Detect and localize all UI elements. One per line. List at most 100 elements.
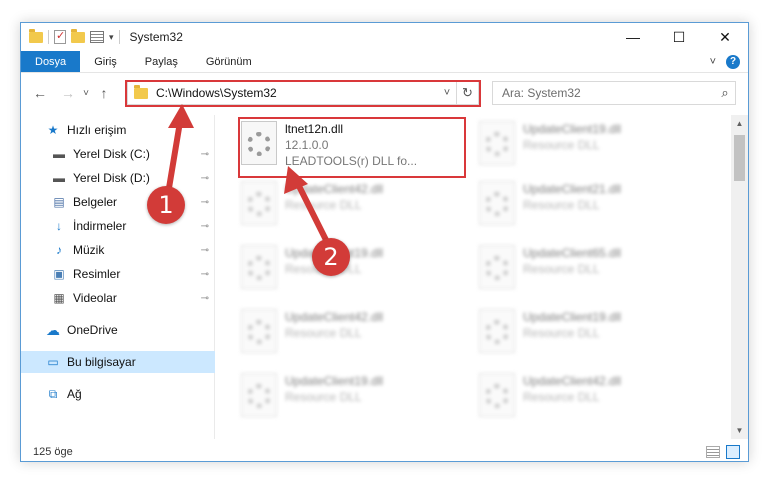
file-tile[interactable]: UpdateClient19.dllResource DLL [479, 121, 699, 177]
sidebar-item-music[interactable]: ♪ Müzik ⊸ [21, 239, 215, 261]
scroll-down-icon[interactable]: ▼ [731, 422, 748, 439]
sidebar-item-onedrive[interactable]: ☁ OneDrive [21, 319, 215, 341]
sidebar-item-label: Resimler [73, 267, 121, 281]
close-button[interactable]: ✕ [702, 23, 748, 51]
search-icon[interactable]: ⌕ [715, 85, 735, 101]
sidebar-item-label: Hızlı erişim [67, 123, 127, 137]
file-tile[interactable]: UpdateClient42.dll Resource DLL [241, 309, 461, 365]
up-button[interactable]: ↑ [93, 82, 115, 104]
expand-ribbon-icon[interactable]: ˅ [710, 56, 716, 68]
file-name: UpdateClient65.dll [523, 246, 622, 260]
file-version: 12.1.0.0 [285, 138, 329, 152]
help-icon[interactable]: ? [726, 54, 740, 69]
sidebar-item-label: Müzik [73, 243, 105, 257]
quick-access-toolbar: ▾ [21, 28, 120, 44]
pin-icon[interactable]: ⊸ [201, 173, 209, 184]
file-tile[interactable]: UpdateClient21.dll Resource DLL [479, 181, 699, 237]
file-type: Resource DLL [523, 326, 600, 340]
file-name: UpdateClient42.dll [285, 182, 384, 196]
tiles-view-icon[interactable] [726, 445, 740, 459]
file-type: Resource DLL [523, 390, 600, 404]
pin-icon[interactable]: ⊸ [201, 149, 209, 160]
file-tile[interactable]: UpdateClient42.dll Resource DLL [241, 181, 461, 237]
search-input[interactable]: Ara: System32 [502, 86, 715, 100]
dll-file-icon [479, 121, 515, 165]
vertical-scrollbar[interactable]: ▲ ▼ [731, 115, 748, 439]
scroll-thumb[interactable] [734, 135, 745, 181]
dll-file-icon [479, 373, 515, 417]
pin-icon[interactable]: ⊸ [201, 293, 209, 304]
pin-icon[interactable]: ⊸ [201, 245, 209, 256]
file-tile[interactable]: UpdateClient65.dll Resource DLL [479, 245, 699, 301]
sidebar-item-label: Yerel Disk (C:) [73, 147, 150, 161]
tab-dosya[interactable]: Dosya [21, 51, 81, 72]
sidebar-item-downloads[interactable]: ↓ İndirmeler ⊸ [21, 215, 215, 237]
pin-icon[interactable]: ⊸ [201, 221, 209, 232]
videos-icon: ▦ [53, 291, 65, 305]
tab-gorunum[interactable]: Görünüm [192, 51, 266, 72]
sidebar-item-label: İndirmeler [73, 219, 127, 233]
sidebar-item-local-disk-c[interactable]: ▬ Yerel Disk (C:) ⊸ [21, 143, 215, 165]
window-title: System32 [129, 30, 183, 44]
properties-icon[interactable] [90, 31, 104, 43]
star-icon: ★ [47, 123, 59, 137]
file-type: Resource DLL [285, 198, 362, 212]
file-type: Resource DLL [523, 198, 600, 212]
sidebar-item-network[interactable]: ⧉ Ağ [21, 383, 215, 405]
properties-check-icon[interactable] [54, 29, 66, 44]
item-count: 125 öge [33, 446, 73, 458]
details-view-icon[interactable] [706, 446, 720, 458]
refresh-button[interactable]: ↻ [456, 82, 478, 104]
address-dropdown-icon[interactable]: ˅ [438, 87, 456, 99]
file-name: ltnet12n.dll [285, 122, 344, 136]
customize-toolbar-icon[interactable]: ▾ [109, 32, 114, 43]
computer-icon: ▭ [47, 355, 59, 369]
ribbon-tabs: Dosya Giriş Paylaş Görünüm ˅ ? [21, 51, 748, 73]
file-tile[interactable]: UpdateClient19.dllResource DLL [241, 245, 461, 301]
file-tile[interactable]: UpdateClient19.dll Resource DLL [479, 309, 699, 365]
music-icon: ♪ [56, 243, 62, 257]
sidebar-item-label: OneDrive [67, 323, 118, 337]
file-name: UpdateClient19.dll [523, 310, 622, 324]
pin-icon[interactable]: ⊸ [201, 197, 209, 208]
sidebar-item-label: Videolar [73, 291, 117, 305]
pin-icon[interactable]: ⊸ [201, 269, 209, 280]
sidebar-item-local-disk-d[interactable]: ▬ Yerel Disk (D:) ⊸ [21, 167, 215, 189]
search-box[interactable]: Ara: System32 ⌕ [492, 81, 736, 105]
dll-file-icon [241, 373, 277, 417]
divider [118, 30, 120, 44]
dll-file-icon [479, 181, 515, 225]
file-tile[interactable]: UpdateClient19.dllResource DLL [241, 373, 461, 429]
title-bar: ▾ System32 — ☐ ✕ [21, 23, 748, 51]
file-name: UpdateClient21.dll [523, 182, 622, 196]
tab-giris[interactable]: Giriş [80, 51, 131, 72]
sidebar-item-pictures[interactable]: ▣ Resimler ⊸ [21, 263, 215, 285]
file-tile[interactable]: UpdateClient42.dll Resource DLL [479, 373, 699, 429]
sidebar-item-videos[interactable]: ▦ Videolar ⊸ [21, 287, 215, 309]
drive-icon: ▬ [53, 171, 65, 185]
address-bar[interactable]: C:\Windows\System32 ˅ ↻ [127, 81, 479, 105]
sidebar-item-this-pc[interactable]: ▭ Bu bilgisayar [21, 351, 215, 373]
cloud-icon: ☁ [46, 321, 60, 338]
scroll-up-icon[interactable]: ▲ [731, 115, 748, 132]
forward-button[interactable]: → [57, 82, 79, 104]
dll-file-icon [479, 245, 515, 289]
sidebar-item-label: Bu bilgisayar [67, 355, 136, 369]
navigation-bar: ← → ˅ ↑ C:\Windows\System32 ˅ ↻ Ara: Sys… [21, 79, 748, 107]
recent-locations-button[interactable]: ˅ [79, 82, 93, 104]
tab-paylas[interactable]: Paylaş [131, 51, 192, 72]
file-type: Resource DLL [523, 262, 600, 276]
file-type: Resource DLL [285, 326, 362, 340]
sidebar-item-documents[interactable]: ▤ Belgeler ⊸ [21, 191, 215, 213]
step-2-badge: 2 [312, 238, 350, 276]
file-tile[interactable]: ltnet12n.dll 12.1.0.0 LEADTOOLS(r) DLL f… [241, 121, 461, 177]
dll-file-icon [479, 309, 515, 353]
minimize-button[interactable]: — [610, 23, 656, 51]
network-icon: ⧉ [48, 386, 58, 401]
new-folder-icon[interactable] [71, 28, 85, 43]
address-path[interactable]: C:\Windows\System32 [156, 86, 438, 100]
sidebar-item-quick-access[interactable]: ★ Hızlı erişim [21, 119, 215, 141]
back-button[interactable]: ← [29, 82, 51, 104]
dll-file-icon [241, 121, 277, 165]
maximize-button[interactable]: ☐ [656, 23, 702, 51]
